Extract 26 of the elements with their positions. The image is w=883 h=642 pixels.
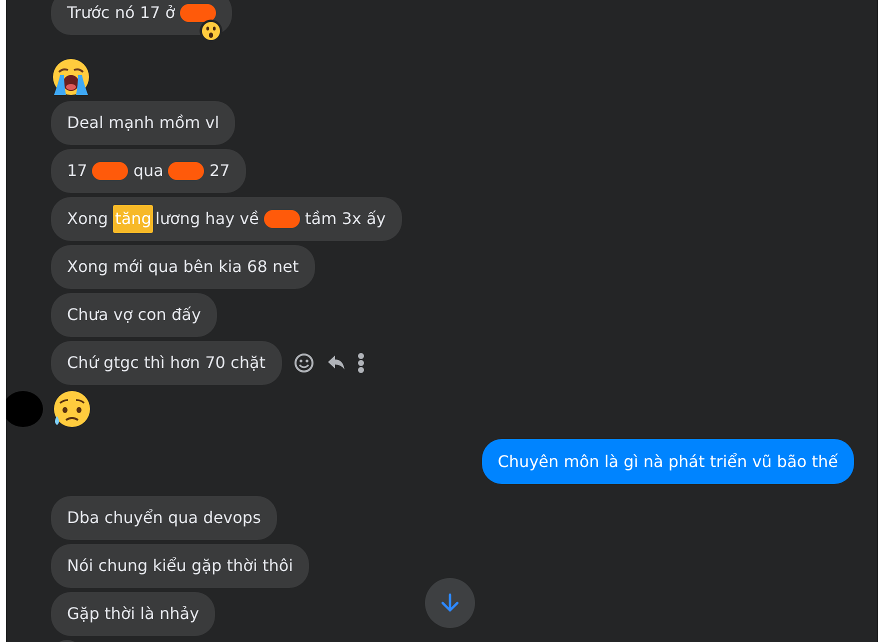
- scroll-down-button[interactable]: [425, 578, 475, 628]
- message-text: Deal mạnh mồm vl: [67, 112, 220, 134]
- highlighted-word: tăng: [113, 205, 154, 233]
- message-text: Chứ gtgc thì hơn 70 chặt: [67, 352, 266, 374]
- message-text: Xong mới qua bên kia 68 net: [67, 256, 299, 278]
- sad-face-icon: [51, 389, 91, 429]
- message-text: lương hay về: [155, 208, 259, 230]
- smiley-icon[interactable]: [294, 353, 314, 373]
- message-text: Trước nó 17 ở: [67, 2, 176, 24]
- redaction-scribble: [264, 210, 300, 228]
- message-text: Nói chung kiểu gặp thời thôi: [67, 555, 294, 577]
- message-text: Chưa vợ con đấy: [67, 304, 201, 326]
- crying-face-icon: [51, 57, 91, 97]
- redaction-scribble: [180, 4, 216, 22]
- message-text: Gặp thời là nhảy: [67, 603, 200, 625]
- message-text: Chuyên môn là gì nà phát triển vũ bão thế: [498, 450, 838, 472]
- message-text: tầm 3x ấy: [305, 208, 386, 230]
- arrow-down-icon: [439, 592, 461, 614]
- message-text: qua: [133, 160, 164, 182]
- message-text: Dba chuyển qua devops: [67, 507, 261, 529]
- more-options-icon[interactable]: [358, 353, 364, 373]
- redaction-scribble: [92, 162, 128, 180]
- message-text: 27: [209, 160, 230, 182]
- message-text: Xong: [67, 208, 108, 230]
- redaction-scribble: [168, 162, 204, 180]
- message-text: 17: [67, 160, 88, 182]
